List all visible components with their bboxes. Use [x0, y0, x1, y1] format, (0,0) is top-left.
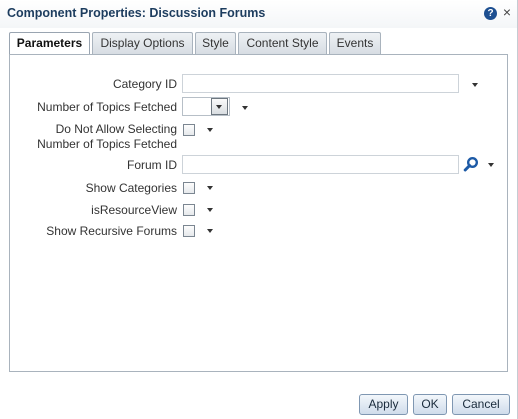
tab-events[interactable]: Events — [329, 32, 381, 54]
apply-button[interactable]: Apply — [359, 394, 408, 415]
parameters-panel: Category ID Number of Topics Fetched Do … — [9, 54, 508, 372]
category-id-input[interactable] — [182, 74, 459, 93]
dialog-titlebar: Component Properties: Discussion Forums … — [0, 0, 517, 28]
is-resource-view-label: isResourceView — [91, 203, 177, 217]
num-topics-dropdown-icon[interactable] — [242, 106, 248, 110]
show-categories-dropdown-icon[interactable] — [207, 186, 213, 190]
component-properties-dialog: Component Properties: Discussion Forums … — [0, 0, 518, 419]
ok-button[interactable]: OK — [413, 394, 447, 415]
tab-display-options[interactable]: Display Options — [92, 32, 193, 54]
cancel-button[interactable]: Cancel — [452, 394, 510, 415]
forum-id-label: Forum ID — [126, 158, 177, 172]
num-topics-select[interactable] — [182, 97, 230, 116]
tab-parameters[interactable]: Parameters — [9, 32, 90, 55]
num-topics-label: Number of Topics Fetched — [37, 100, 177, 114]
category-id-label: Category ID — [112, 77, 177, 91]
do-not-allow-label-line1: Do Not Allow Selecting — [55, 122, 177, 136]
forum-id-input[interactable] — [182, 155, 459, 174]
num-topics-select-button[interactable] — [211, 98, 228, 115]
show-recursive-dropdown-icon[interactable] — [207, 229, 213, 233]
category-id-dropdown-icon[interactable] — [472, 83, 478, 87]
do-not-allow-label-line2: Number of Topics Fetched — [37, 137, 177, 151]
forum-id-dropdown-icon[interactable] — [488, 163, 494, 167]
show-categories-label: Show Categories — [85, 181, 177, 195]
tab-style[interactable]: Style — [195, 32, 236, 54]
do-not-allow-dropdown-icon[interactable] — [207, 128, 213, 132]
close-icon[interactable]: × — [501, 4, 513, 20]
chevron-down-icon — [216, 105, 222, 109]
help-icon[interactable]: ? — [484, 7, 497, 20]
tab-content-style[interactable]: Content Style — [238, 32, 327, 54]
search-icon[interactable] — [463, 156, 479, 172]
show-categories-checkbox[interactable] — [183, 182, 195, 194]
show-recursive-label: Show Recursive Forums — [46, 224, 177, 238]
do-not-allow-checkbox[interactable] — [183, 124, 195, 136]
is-resource-view-checkbox[interactable] — [183, 204, 195, 216]
dialog-title: Component Properties: Discussion Forums — [7, 6, 266, 20]
is-resource-view-dropdown-icon[interactable] — [207, 208, 213, 212]
show-recursive-checkbox[interactable] — [183, 225, 195, 237]
